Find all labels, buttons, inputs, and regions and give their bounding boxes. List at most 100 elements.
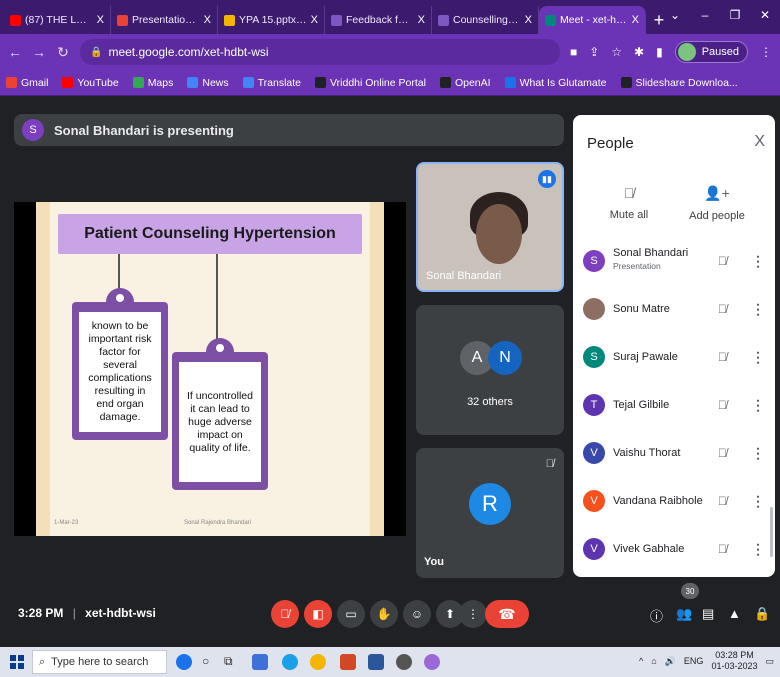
- volume-icon[interactable]: 🔊: [665, 656, 676, 667]
- profile-button[interactable]: Paused: [674, 41, 748, 63]
- taskbar-clock[interactable]: 03:28 PM 01-03-2023: [711, 650, 757, 672]
- back-icon[interactable]: ←: [8, 44, 22, 60]
- camera-in-use-icon[interactable]: ■: [570, 45, 577, 59]
- tray-chevron-icon[interactable]: ^: [639, 656, 643, 666]
- browser-tab[interactable]: Counselling for Hyper X: [432, 6, 539, 34]
- more-options-icon[interactable]: ⋮: [751, 253, 765, 270]
- browser-tab[interactable]: Presentation shared w X: [111, 6, 218, 34]
- more-options-icon[interactable]: ⋮: [751, 301, 765, 318]
- self-tile[interactable]: 🎙̸ R You: [416, 448, 564, 578]
- minimize-icon[interactable]: –: [690, 0, 720, 30]
- others-tile[interactable]: A N 32 others: [416, 305, 564, 435]
- language-indicator[interactable]: ENG: [684, 656, 704, 666]
- bookmark-item[interactable]: YouTube: [62, 77, 119, 89]
- more-options-button[interactable]: ⋮: [459, 600, 487, 628]
- app-icon[interactable]: [396, 654, 412, 670]
- browser-tab-active[interactable]: Meet - xet-hdbt- X: [539, 6, 646, 34]
- participant-name: Vandana Raibhole: [613, 495, 703, 507]
- bookmark-item[interactable]: News: [187, 77, 229, 89]
- forward-icon[interactable]: →: [32, 44, 46, 60]
- host-controls-icon[interactable]: 🔒: [754, 606, 770, 622]
- bookmark-item[interactable]: Translate: [242, 77, 301, 89]
- mic-muted-icon[interactable]: 🎙̸: [718, 542, 727, 556]
- edge-icon[interactable]: [282, 654, 298, 670]
- presenter-video-tile[interactable]: ▮▮ Sonal Bhandari: [416, 162, 564, 292]
- participant-row[interactable]: T Tejal Gilbile 🎙̸ ⋮: [573, 381, 775, 429]
- windows-start-icon[interactable]: [10, 655, 24, 669]
- raise-hand-button[interactable]: ✋: [370, 600, 398, 628]
- extensions-icon[interactable]: ✱: [634, 45, 644, 59]
- shared-screen[interactable]: Patient Counseling Hypertension known to…: [14, 202, 406, 536]
- participant-row[interactable]: S Sonal Bhandari Presentation 🎙̸ ⋮: [573, 237, 775, 285]
- file-explorer-icon[interactable]: [252, 654, 268, 670]
- lock-icon[interactable]: 🔒: [90, 47, 102, 58]
- more-options-icon[interactable]: ⋮: [751, 445, 765, 462]
- more-options-icon[interactable]: ⋮: [751, 541, 765, 558]
- chat-icon[interactable]: ▤: [702, 606, 714, 622]
- notifications-icon[interactable]: ▭: [765, 656, 774, 667]
- powerpoint-icon[interactable]: [340, 654, 356, 670]
- sidebar-icon[interactable]: ▮: [656, 45, 663, 59]
- restore-icon[interactable]: ❐: [720, 0, 750, 30]
- network-icon[interactable]: ⌂: [651, 656, 656, 666]
- menu-icon[interactable]: ⋮: [760, 45, 772, 59]
- leave-call-button[interactable]: ☎: [485, 600, 529, 628]
- close-panel-button[interactable]: X: [754, 133, 765, 151]
- participant-row[interactable]: S Suraj Pawale 🎙̸ ⋮: [573, 333, 775, 381]
- panel-scrollbar[interactable]: [770, 507, 773, 557]
- bookmark-star-icon[interactable]: ☆: [611, 45, 622, 59]
- meeting-info: 3:28 PM | xet-hdbt-wsi: [18, 606, 156, 620]
- tab-close-icon[interactable]: X: [418, 14, 425, 26]
- taskbar-search[interactable]: ⌕ Type here to search: [32, 650, 167, 674]
- tab-search-icon[interactable]: ⌄: [660, 0, 690, 30]
- word-icon[interactable]: [368, 654, 384, 670]
- mic-muted-icon[interactable]: 🎙̸: [718, 302, 727, 316]
- camera-toggle-button[interactable]: ◧: [304, 600, 332, 628]
- bookmark-item[interactable]: Vriddhi Online Portal: [315, 77, 426, 89]
- mute-all-button[interactable]: 🎙̸ Mute all: [589, 185, 669, 221]
- circle-icon[interactable]: ○: [202, 654, 218, 670]
- bookmark-item[interactable]: Maps: [132, 77, 173, 89]
- add-people-label: Add people: [689, 210, 745, 222]
- mic-muted-icon[interactable]: 🎙̸: [718, 254, 727, 268]
- share-icon[interactable]: ⇪: [589, 45, 599, 59]
- participant-row[interactable]: V Vivek Gabhale 🎙̸ ⋮: [573, 525, 775, 573]
- browser-tab[interactable]: Feedback form for Eff X: [325, 6, 432, 34]
- tab-close-icon[interactable]: X: [525, 14, 532, 26]
- more-options-icon[interactable]: ⋮: [751, 493, 765, 510]
- task-view-icon[interactable]: ⧉: [224, 654, 240, 670]
- more-options-icon[interactable]: ⋮: [751, 349, 765, 366]
- bookmark-item[interactable]: Slideshare Downloa...: [620, 77, 738, 89]
- reactions-button[interactable]: ☺: [403, 600, 431, 628]
- participant-row[interactable]: Sonu Matre 🎙̸ ⋮: [573, 285, 775, 333]
- add-people-button[interactable]: 👤+ Add people: [677, 185, 757, 222]
- browser-tab[interactable]: YPA 15.pptx - Google X: [218, 6, 325, 34]
- reload-icon[interactable]: ↻: [56, 44, 70, 61]
- app-icon[interactable]: [424, 654, 440, 670]
- tab-close-icon[interactable]: X: [204, 14, 211, 26]
- participant-row[interactable]: V Vaishu Thorat 🎙̸ ⋮: [573, 429, 775, 477]
- people-icon[interactable]: 👥: [676, 606, 692, 622]
- mic-toggle-button[interactable]: 🎙̸: [271, 600, 299, 628]
- browser-tab[interactable]: (87) THE LOVE MASHUP X: [4, 6, 111, 34]
- url-field[interactable]: 🔒 meet.google.com/xet-hdbt-wsi: [80, 39, 560, 65]
- mic-muted-icon[interactable]: 🎙̸: [718, 446, 727, 460]
- mic-muted-icon[interactable]: 🎙̸: [718, 398, 727, 412]
- tab-close-icon[interactable]: X: [311, 14, 318, 26]
- captions-button[interactable]: ▭: [337, 600, 365, 628]
- tab-close-icon[interactable]: X: [632, 14, 639, 26]
- window-close-icon[interactable]: ✕: [750, 0, 780, 30]
- bookmark-item[interactable]: OpenAI: [439, 77, 491, 89]
- participant-row[interactable]: V Vandana Raibhole 🎙̸ ⋮: [573, 477, 775, 525]
- bookmark-item[interactable]: What Is Glutamate: [504, 77, 607, 89]
- chrome-icon[interactable]: [310, 654, 326, 670]
- mic-muted-icon[interactable]: 🎙̸: [718, 494, 727, 508]
- bookmark-item[interactable]: Gmail: [6, 77, 48, 89]
- mic-muted-icon[interactable]: 🎙̸: [718, 350, 727, 364]
- tab-title: (87) THE LOVE MASHUP: [25, 14, 93, 26]
- meeting-details-icon[interactable]: ⓘ: [650, 606, 663, 625]
- more-options-icon[interactable]: ⋮: [751, 397, 765, 414]
- tab-close-icon[interactable]: X: [97, 14, 104, 26]
- cortana-icon[interactable]: [176, 654, 192, 670]
- activities-icon[interactable]: ▲: [728, 606, 741, 621]
